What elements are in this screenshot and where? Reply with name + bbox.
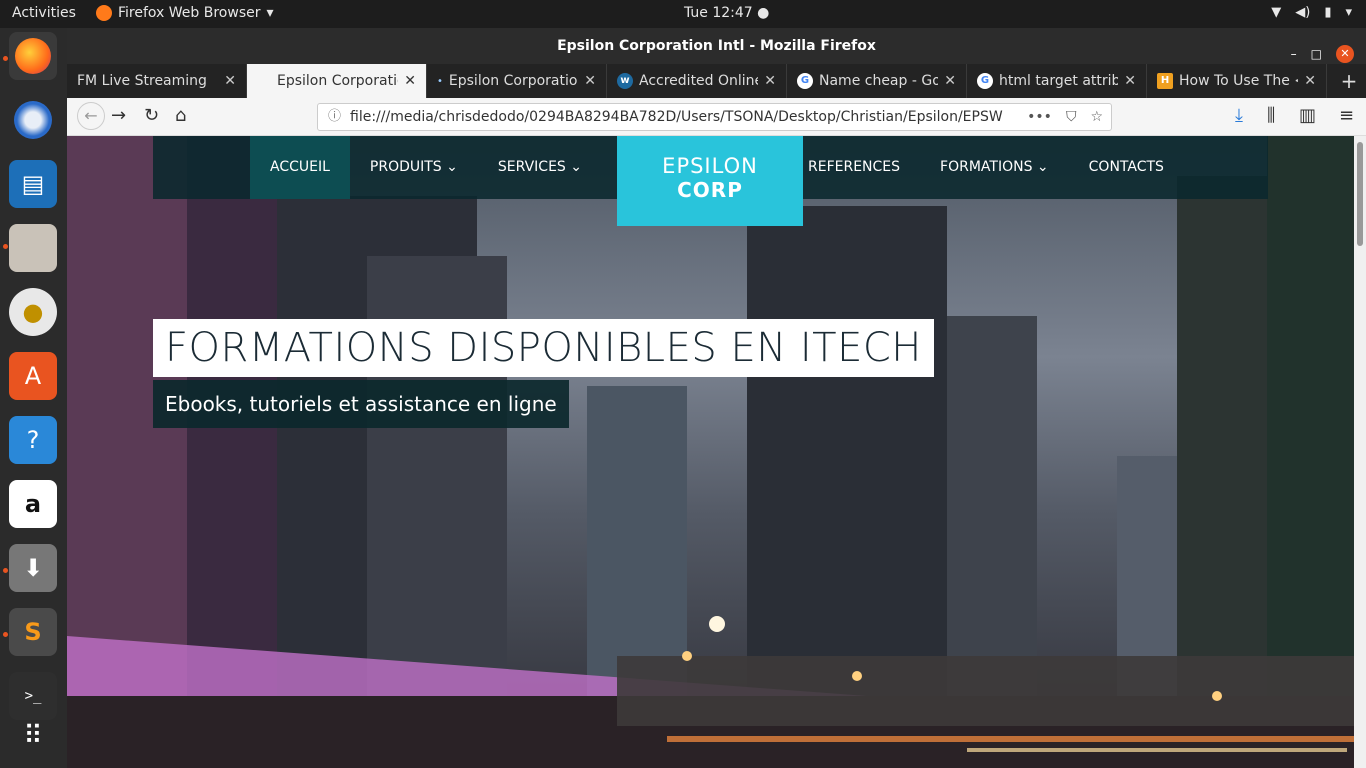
help-icon[interactable]: ? bbox=[9, 416, 57, 464]
site-logo[interactable]: EPSILON CORP bbox=[617, 136, 803, 226]
tab-label: How To Use The <a bbox=[1179, 73, 1298, 89]
library-icon[interactable]: ⫼ bbox=[1267, 105, 1275, 126]
logo-line2: CORP bbox=[677, 178, 743, 202]
nav-services[interactable]: SERVICES ⌄ bbox=[478, 136, 602, 199]
hamburger-menu-icon[interactable]: ≡ bbox=[1339, 105, 1354, 126]
nav-produits[interactable]: PRODUITS ⌄ bbox=[350, 136, 478, 199]
back-button[interactable]: ← bbox=[77, 102, 105, 130]
chevron-down-icon: ⌄ bbox=[446, 159, 458, 175]
bookmark-star-icon[interactable]: ☆ bbox=[1090, 104, 1103, 130]
chevron-down-icon: ▾ bbox=[1345, 5, 1352, 20]
nav-produits-label: PRODUITS bbox=[369, 159, 442, 175]
running-indicator bbox=[3, 632, 8, 637]
nav-references[interactable]: REFERENCES bbox=[788, 136, 920, 199]
files-icon[interactable] bbox=[9, 224, 57, 272]
close-tab-icon[interactable]: ✕ bbox=[764, 73, 776, 89]
downloads-icon[interactable]: ⤓ bbox=[1235, 105, 1243, 126]
chevron-down-icon: ⌄ bbox=[1036, 159, 1049, 175]
close-tab-icon[interactable]: ✕ bbox=[224, 73, 236, 89]
site-favicon: H bbox=[1157, 73, 1173, 89]
page-actions-icon[interactable]: ••• bbox=[1027, 104, 1052, 130]
chevron-down-icon: ⌄ bbox=[570, 159, 582, 175]
reload-button[interactable]: ↻ bbox=[144, 105, 159, 126]
software-center-icon[interactable]: A bbox=[9, 352, 57, 400]
app-grid-icon[interactable]: ⠿ bbox=[9, 712, 57, 760]
nav-accueil[interactable]: ACCUEIL bbox=[250, 136, 350, 199]
hero-title: FORMATIONS DISPONIBLES EN ITECH bbox=[153, 319, 934, 377]
tab-label: FM Live Streaming bbox=[77, 73, 207, 89]
city-background-image bbox=[67, 136, 1354, 768]
system-tray[interactable]: ▼ ◀) ▮ ▾ bbox=[1271, 5, 1352, 20]
installer-icon[interactable]: ⬇ bbox=[9, 544, 57, 592]
tab-strip: FM Live Streaming✕ Epsilon Corporation✕ … bbox=[67, 64, 1366, 98]
forward-button[interactable]: → bbox=[111, 105, 126, 126]
running-indicator bbox=[3, 56, 8, 61]
url-text: file:///media/chrisdedodo/0294BA8294BA78… bbox=[350, 109, 1003, 125]
activities-button[interactable]: Activities bbox=[12, 5, 76, 21]
page-content: ACCUEIL PRODUITS ⌄ SERVICES ⌄ REFERENCES… bbox=[67, 136, 1354, 768]
tab[interactable]: Ghtml target attrib ✕ bbox=[967, 64, 1147, 98]
google-icon: G bbox=[797, 73, 813, 89]
close-button[interactable]: ✕ bbox=[1336, 45, 1354, 63]
tab[interactable]: H How To Use The <a ✕ bbox=[1147, 64, 1327, 98]
address-bar[interactable]: ⓘ file:///media/chrisdedodo/0294BA8294BA… bbox=[317, 103, 1112, 131]
close-tab-icon[interactable]: ✕ bbox=[1304, 73, 1316, 89]
home-button[interactable]: ⌂ bbox=[175, 105, 186, 126]
volume-icon: ◀) bbox=[1295, 5, 1311, 20]
firefox-window: Epsilon Corporation Intl - Mozilla Firef… bbox=[67, 28, 1366, 768]
running-indicator bbox=[3, 568, 8, 573]
rhythmbox-icon[interactable]: ● bbox=[9, 288, 57, 336]
page-scrollbar[interactable] bbox=[1354, 136, 1366, 768]
clock[interactable]: Tue 12:47 ● bbox=[684, 5, 769, 21]
thunderbird-icon[interactable] bbox=[9, 96, 57, 144]
nav-contacts[interactable]: CONTACTS bbox=[1069, 136, 1184, 199]
app-menu-label: Firefox Web Browser bbox=[118, 5, 261, 21]
navigation-toolbar: ← → ↻ ⌂ ⓘ file:///media/chrisdedodo/0294… bbox=[67, 98, 1366, 136]
app-menu[interactable]: Firefox Web Browser ▾ bbox=[96, 5, 274, 21]
tab-label: Epsilon Corporation bbox=[277, 73, 398, 89]
tab-label: Epsilon Corporation bbox=[448, 73, 579, 89]
tab-label: Name cheap - Goo bbox=[819, 73, 939, 89]
window-title: Epsilon Corporation Intl - Mozilla Firef… bbox=[557, 38, 876, 54]
unread-dot-icon: • bbox=[437, 75, 443, 87]
nav-services-label: SERVICES bbox=[497, 159, 566, 175]
window-titlebar: Epsilon Corporation Intl - Mozilla Firef… bbox=[67, 28, 1366, 64]
nav-formations-label: FORMATIONS bbox=[940, 159, 1033, 175]
firefox-icon[interactable] bbox=[9, 32, 57, 80]
tab[interactable]: • Epsilon Corporation ✕ bbox=[427, 64, 607, 98]
info-icon[interactable]: ⓘ bbox=[328, 104, 341, 130]
dock: ▤ ● A ? a ⬇ S >_ ⠿ bbox=[0, 28, 67, 768]
close-tab-icon[interactable]: ✕ bbox=[584, 73, 596, 89]
tab[interactable]: FM Live Streaming ✕ bbox=[67, 64, 247, 98]
hero-subtitle: Ebooks, tutoriels et assistance en ligne bbox=[153, 380, 569, 428]
sidebar-icon[interactable]: ▥ bbox=[1299, 105, 1316, 126]
running-indicator bbox=[3, 244, 8, 249]
new-tab-button[interactable]: + bbox=[1332, 64, 1366, 98]
close-tab-icon[interactable]: ✕ bbox=[944, 73, 956, 89]
tab[interactable]: G Name cheap - Goo ✕ bbox=[787, 64, 967, 98]
logo-line1: EPSILON bbox=[662, 154, 758, 178]
close-tab-icon[interactable]: ✕ bbox=[404, 73, 416, 89]
scrollbar-thumb[interactable] bbox=[1357, 142, 1363, 246]
close-tab-icon[interactable]: ✕ bbox=[1124, 73, 1136, 89]
pocket-icon[interactable]: ⛉ bbox=[1066, 104, 1077, 130]
chevron-down-icon: ▾ bbox=[266, 5, 274, 21]
battery-icon: ▮ bbox=[1324, 5, 1332, 20]
tab-label: Accredited Online bbox=[639, 73, 759, 89]
libreoffice-impress-icon[interactable]: ▤ bbox=[9, 160, 57, 208]
amazon-icon[interactable]: a bbox=[9, 480, 57, 528]
tab-active[interactable]: Epsilon Corporation ✕ bbox=[247, 64, 427, 98]
nav-formations[interactable]: FORMATIONS ⌄ bbox=[920, 136, 1069, 199]
firefox-icon bbox=[96, 5, 112, 21]
sublime-text-icon[interactable]: S bbox=[9, 608, 57, 656]
tab[interactable]: w Accredited Online ✕ bbox=[607, 64, 787, 98]
wifi-icon: ▼ bbox=[1271, 5, 1282, 20]
system-top-bar: Activities Firefox Web Browser ▾ Tue 12:… bbox=[0, 0, 1366, 28]
site-favicon: w bbox=[617, 73, 633, 89]
google-icon: G bbox=[977, 73, 993, 89]
tab-label: html target attrib bbox=[999, 73, 1119, 89]
